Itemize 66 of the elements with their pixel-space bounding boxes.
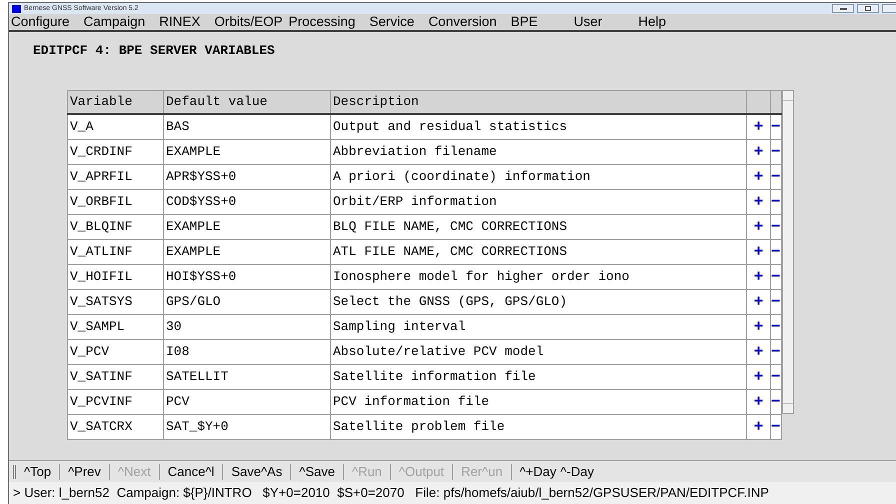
table-cell: COD$YSS+0 [164, 189, 330, 214]
table-cell: EXAMPLE [164, 214, 330, 239]
table-cell: V_BLQINF [68, 214, 164, 239]
toolbar-button[interactable]: Cance^l [166, 462, 216, 482]
menu-item[interactable]: Help [638, 15, 666, 29]
table-cell: EXAMPLE [164, 139, 330, 164]
column-header: Default value [164, 90, 330, 114]
app-icon [12, 4, 21, 12]
table-cell: I08 [164, 339, 330, 364]
table-cell: BAS [164, 114, 330, 139]
table-cell: Output and residual statistics [330, 114, 746, 139]
table-cell: V_SATCRX [68, 414, 164, 439]
toolbar-button[interactable]: ^+Day [518, 462, 558, 482]
table-cell: Ionosphere model for higher order iono [330, 264, 746, 289]
toolbar-grip [13, 464, 16, 478]
menu-item[interactable]: Configure [11, 15, 70, 29]
table-cell: V_PCVINF [68, 389, 164, 414]
table-cell: 30 [164, 314, 330, 339]
menu-item[interactable]: Conversion [428, 15, 497, 29]
toolbar-button[interactable]: ^Prev [66, 462, 103, 482]
table-cell: V_APRFIL [68, 164, 164, 189]
table-cell: PCV information file [330, 389, 746, 414]
scrollbar[interactable] [782, 90, 794, 414]
table-cell: V_A [68, 114, 164, 139]
table-cell: ATL FILE NAME, CMC CORRECTIONS [330, 239, 746, 264]
toolbar-button[interactable]: Save^As [229, 462, 284, 482]
table-cell: GPS/GLO [164, 289, 330, 314]
table-cell: SAT_$Y+0 [164, 414, 330, 439]
table-cell: V_SATINF [68, 364, 164, 389]
table-cell: V_SAMPL [68, 314, 164, 339]
menu-item[interactable]: BPE [510, 15, 538, 29]
table-cell: V_CRDINF [68, 139, 164, 164]
menu-item[interactable]: User [574, 15, 602, 29]
table-cell: PCV [164, 389, 330, 414]
toolbar-button[interactable]: ^Top [22, 462, 54, 482]
table-cell: Satellite problem file [330, 414, 746, 439]
menu-item[interactable]: RINEX [159, 15, 200, 29]
table-cell: V_ORBFIL [68, 189, 164, 214]
table-cell: APR$YSS+0 [164, 164, 330, 189]
table-cell: BLQ FILE NAME, CMC CORRECTIONS [330, 214, 746, 239]
column-header: Variable [68, 90, 164, 114]
menu-item[interactable]: Service [369, 15, 414, 29]
table-cell: V_SATSYS [68, 289, 164, 314]
toolbar-button[interactable]: ^Save [297, 462, 337, 482]
table-cell: HOI$YSS+0 [164, 264, 330, 289]
table-cell: Orbit/ERP information [330, 189, 746, 214]
toolbar-button[interactable]: ^-Day [558, 462, 596, 482]
table-cell: V_HOIFIL [68, 264, 164, 289]
status-bar: > User: l_bern52 Campaign: ${P}/INTRO $Y+0=2010 $S+0=2070 File: pfs/homefs/aiub/l_bern52/GPSUSER/PAN/EDITPCF.INP [9, 482, 896, 504]
table-cell: V_PCV [68, 339, 164, 364]
table-cell: SATELLIT [164, 364, 330, 389]
page-heading: EDITPCF 4: BPE SERVER VARIABLES [32, 42, 276, 60]
menu-item[interactable]: Campaign [84, 15, 146, 29]
table-cell: Sampling interval [330, 314, 746, 339]
minimize-button[interactable] [832, 4, 854, 13]
table-cell: V_ATLINF [68, 239, 164, 264]
menu-item[interactable]: Orbits/EOP [214, 15, 283, 29]
maximize-button[interactable] [857, 4, 879, 13]
table-cell: A priori (coordinate) information [330, 164, 746, 189]
table-cell: Abbreviation filename [330, 139, 746, 164]
table-cell: Select the GNSS (GPS, GPS/GLO) [330, 289, 746, 314]
menu-item[interactable]: Processing [288, 15, 356, 29]
table-cell: Satellite information file [330, 364, 746, 389]
table-cell: Absolute/relative PCV model [330, 339, 746, 364]
column-header: Description [330, 90, 746, 114]
table-cell: EXAMPLE [164, 239, 330, 264]
